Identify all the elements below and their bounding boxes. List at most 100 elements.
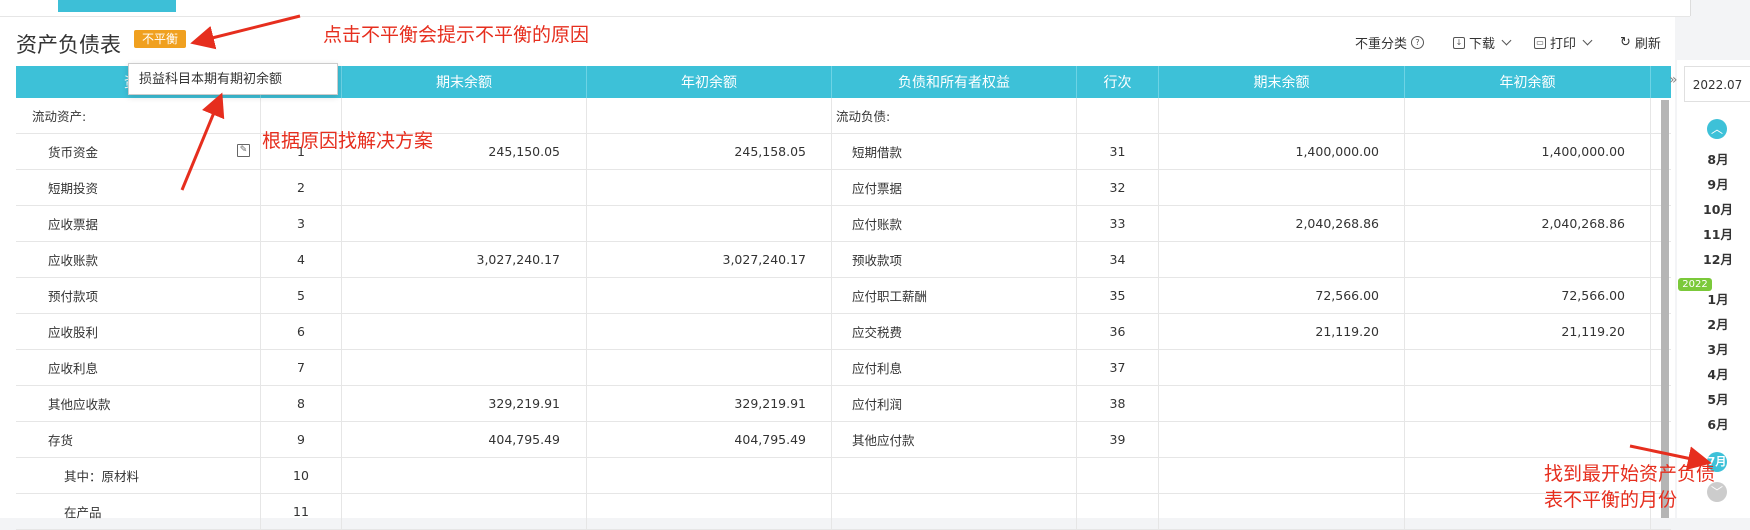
liability-line-no-cell: 36 bbox=[1077, 314, 1159, 349]
asset-ending-balance-cell bbox=[342, 494, 587, 529]
help-icon[interactable]: ? bbox=[1411, 36, 1425, 49]
month-item[interactable]: 6月 bbox=[1700, 414, 1736, 433]
asset-name-cell: 在产品 bbox=[16, 494, 261, 529]
month-item[interactable]: 2月 bbox=[1700, 314, 1736, 333]
print-button[interactable]: ▭ 打印 bbox=[1534, 33, 1593, 52]
col-header-opening-balance: 年初余额 bbox=[587, 66, 832, 98]
asset-line-no-cell-text: 9 bbox=[297, 432, 305, 447]
month-item[interactable]: 10月 bbox=[1700, 199, 1736, 218]
table-row: 应收股利 6 应交税费 36 21,119.20 21,119.20 bbox=[16, 314, 1671, 350]
asset-ending-balance-cell-text: 3,027,240.17 bbox=[476, 252, 561, 267]
month-item[interactable]: 11月 bbox=[1700, 224, 1736, 243]
print-label: 打印 bbox=[1550, 37, 1577, 52]
active-top-tab[interactable] bbox=[58, 0, 176, 12]
month-item[interactable]: 5月 bbox=[1700, 389, 1736, 408]
liability-name-cell-text: 应付账款 bbox=[852, 217, 903, 232]
asset-line-no-cell-text: 7 bbox=[297, 360, 305, 375]
liability-name-cell-text: 应付利息 bbox=[852, 361, 903, 376]
month-item[interactable]: 12月 bbox=[1700, 249, 1736, 268]
asset-ending-balance-cell bbox=[342, 314, 587, 349]
asset-opening-balance-cell-text: 3,027,240.17 bbox=[722, 252, 807, 267]
col-header-ending-balance: 期末余额 bbox=[1159, 66, 1405, 98]
table-row: 应收账款 4 3,027,240.17 3,027,240.17 预收款项 34 bbox=[16, 242, 1671, 278]
month-item[interactable]: 8月 bbox=[1700, 149, 1736, 168]
download-button[interactable]: ↓ 下载 bbox=[1453, 33, 1512, 52]
liability-line-no-cell-text: 32 bbox=[1109, 180, 1126, 195]
liability-ending-balance-cell bbox=[1159, 494, 1405, 529]
liability-ending-balance-cell bbox=[1159, 170, 1405, 205]
asset-name-cell: 其中：原材料 bbox=[16, 458, 261, 493]
asset-line-no-cell: 8 bbox=[261, 386, 342, 421]
asset-ending-balance-cell-text: 329,219.91 bbox=[488, 396, 560, 411]
printer-icon: ▭ bbox=[1534, 36, 1546, 49]
asset-ending-balance-cell bbox=[342, 206, 587, 241]
liability-ending-balance-cell: 2,040,268.86 bbox=[1159, 206, 1405, 241]
chevron-down-icon bbox=[1501, 35, 1512, 46]
unbalanced-badge[interactable]: 不平衡 bbox=[134, 30, 186, 48]
vertical-scrollbar[interactable] bbox=[1661, 100, 1669, 518]
liability-name-cell: 应交税费 bbox=[832, 314, 1077, 349]
liability-name-cell-text: 应付利润 bbox=[852, 397, 903, 412]
edit-icon[interactable]: ✎ bbox=[237, 144, 250, 157]
liability-name-cell: 应付利润 bbox=[832, 386, 1077, 421]
liability-name-cell: 应付职工薪酬 bbox=[832, 278, 1077, 313]
asset-name-cell: 存货 bbox=[16, 422, 261, 457]
asset-name-cell-text: 短期投资 bbox=[48, 181, 99, 196]
month-item[interactable]: 4月 bbox=[1700, 364, 1736, 383]
asset-name-cell: 预付款项 bbox=[16, 278, 261, 313]
liability-name-cell-text: 短期借款 bbox=[852, 145, 903, 160]
liability-opening-balance-cell-text: 21,119.20 bbox=[1561, 324, 1625, 339]
asset-line-no-cell: 9 bbox=[261, 422, 342, 457]
liability-line-no-cell bbox=[1077, 458, 1159, 493]
top-right-area bbox=[1690, 0, 1750, 16]
refresh-button[interactable]: ↻ 刷新 bbox=[1620, 33, 1661, 52]
liability-ending-balance-cell-text: 2,040,268.86 bbox=[1295, 216, 1380, 231]
asset-name-cell-text: 应收利息 bbox=[48, 361, 99, 376]
liability-name-cell: 预收款项 bbox=[832, 242, 1077, 277]
asset-ending-balance-cell bbox=[342, 458, 587, 493]
asset-ending-balance-cell: 329,219.91 bbox=[342, 386, 587, 421]
download-icon: ↓ bbox=[1453, 36, 1465, 49]
liability-line-no-cell: 35 bbox=[1077, 278, 1159, 313]
table-row: 存货 9 404,795.49 404,795.49 其他应付款 39 bbox=[16, 422, 1671, 458]
asset-line-no-cell: 10 bbox=[261, 458, 342, 493]
liability-ending-balance-cell: 21,119.20 bbox=[1159, 314, 1405, 349]
liability-opening-balance-cell: 72,566.00 bbox=[1405, 278, 1651, 313]
liability-line-no-cell-text: 34 bbox=[1109, 252, 1126, 267]
asset-name-cell-text: 应收股利 bbox=[48, 325, 99, 340]
liability-name-cell: 应付票据 bbox=[832, 170, 1077, 205]
month-item[interactable]: 9月 bbox=[1700, 174, 1736, 193]
liability-ending-balance-cell: 72,566.00 bbox=[1159, 278, 1405, 313]
asset-name-cell: 应收票据 bbox=[16, 206, 261, 241]
month-item[interactable]: 1月 bbox=[1700, 289, 1736, 308]
asset-opening-balance-cell: 245,158.05 bbox=[587, 134, 832, 169]
table-row: 应收票据 3 应付账款 33 2,040,268.86 2,040,268.86 bbox=[16, 206, 1671, 242]
month-item[interactable]: 3月 bbox=[1700, 339, 1736, 358]
asset-name-cell: 流动资产: bbox=[16, 98, 261, 133]
chevron-up-icon[interactable]: ︿ bbox=[1707, 119, 1727, 139]
collapse-sidebar-icon[interactable]: » bbox=[1669, 72, 1678, 88]
liability-name-cell-text: 应交税费 bbox=[852, 325, 903, 340]
liability-line-no-cell-text: 37 bbox=[1109, 360, 1126, 375]
liability-opening-balance-cell bbox=[1405, 386, 1651, 421]
liability-name-cell-text: 应付票据 bbox=[852, 181, 903, 196]
liability-line-no-cell-text: 35 bbox=[1109, 288, 1126, 303]
asset-line-no-cell-text: 4 bbox=[297, 252, 305, 267]
liability-opening-balance-cell bbox=[1405, 350, 1651, 385]
asset-name-cell-text: 在产品 bbox=[64, 505, 102, 520]
liability-opening-balance-cell-text: 2,040,268.86 bbox=[1541, 216, 1626, 231]
asset-name-cell: 其他应收款 bbox=[16, 386, 261, 421]
liability-name-cell: 短期借款 bbox=[832, 134, 1077, 169]
annotation-click-unbalanced: 点击不平衡会提示不平衡的原因 bbox=[323, 24, 590, 46]
liability-opening-balance-cell bbox=[1405, 98, 1651, 133]
liability-ending-balance-cell bbox=[1159, 350, 1405, 385]
asset-line-no-cell: 11 bbox=[261, 494, 342, 529]
asset-name-cell-text: 应收票据 bbox=[48, 217, 99, 232]
imbalance-reason-tooltip[interactable]: 损益科目本期有期初余额 bbox=[128, 63, 338, 95]
liability-name-cell-text: 预收款项 bbox=[852, 253, 903, 268]
no-reclass-toggle[interactable]: 不重分类 ? bbox=[1355, 33, 1425, 52]
asset-ending-balance-cell-text: 245,150.05 bbox=[488, 144, 560, 159]
table-body: 流动资产: 流动负债: 货币资金 ✎ 1 245,150.05 245,158.05 短期借款… bbox=[16, 98, 1671, 530]
liability-name-cell-text: 其他应付款 bbox=[852, 433, 915, 448]
table-row: 其他应收款 8 329,219.91 329,219.91 应付利润 38 bbox=[16, 386, 1671, 422]
